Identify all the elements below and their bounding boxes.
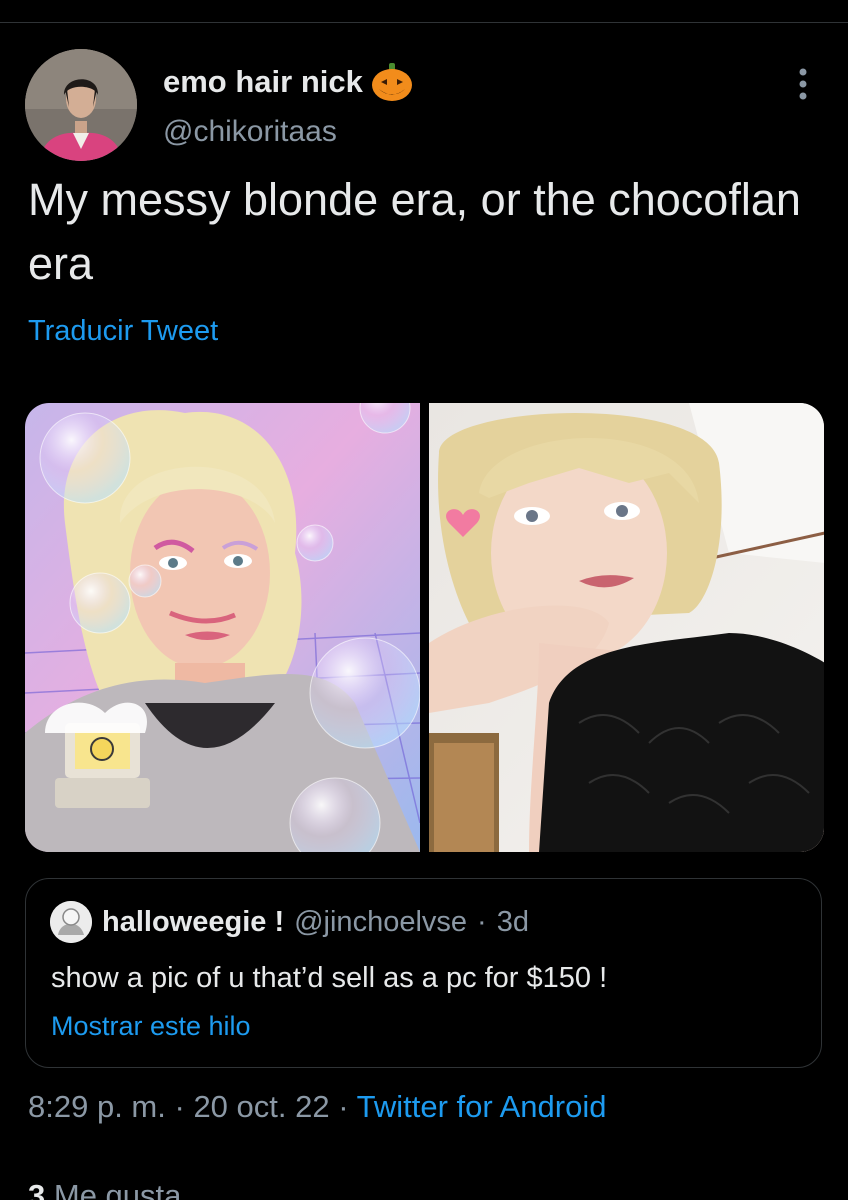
source-separator: · [338,1089,349,1124]
author-name-row[interactable]: emo hair nick [163,62,413,102]
tweet-detail-page: emo hair nick @chikoritaas My messy blon… [0,0,848,1200]
likes-count-row[interactable]: 3 Me gusta [28,1176,181,1200]
author-display-name[interactable]: emo hair nick [163,63,363,101]
top-divider [0,22,848,23]
quoted-separator: · [477,906,487,938]
more-options-icon[interactable] [788,62,818,106]
quoted-author-handle: @jinchoelvse [294,906,468,938]
quoted-author-avatar[interactable] [50,901,92,943]
author-avatar[interactable] [25,49,137,161]
translate-tweet-link[interactable]: Traducir Tweet [28,311,218,351]
quoted-author-name: halloweegie ! [102,906,285,938]
timestamp-separator: · [174,1089,185,1124]
likes-count: 3 [28,1178,46,1200]
quoted-tweet-header: halloweegie ! @jinchoelvse · 3d [50,901,529,943]
quoted-tweet-text: show a pic of u that’d sell as a pc for … [51,962,608,994]
tweet-timestamp: 8:29 p. m. · 20 oct. 22 · Twitter for An… [28,1086,606,1128]
tweet-date[interactable]: 20 oct. 22 [193,1089,329,1124]
tweet-text: My messy blonde era, or the chocoflan er… [28,174,801,289]
media-photo-2[interactable] [428,403,824,852]
quoted-age: 3d [496,906,529,938]
author-avatar-image [25,49,137,161]
media-photo-1[interactable] [25,403,421,852]
jack-o-lantern-icon [371,62,413,102]
tweet-media [25,403,824,852]
tweet-source-link[interactable]: Twitter for Android [357,1089,607,1124]
quoted-tweet[interactable]: halloweegie ! @jinchoelvse · 3d show a p… [25,878,822,1068]
tweet-time[interactable]: 8:29 p. m. [28,1089,166,1124]
author-handle[interactable]: @chikoritaas [163,112,337,152]
show-thread-link[interactable]: Mostrar este hilo [51,1007,251,1045]
likes-label: Me gusta [53,1178,182,1200]
